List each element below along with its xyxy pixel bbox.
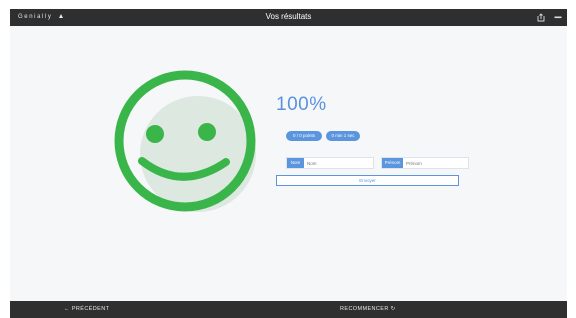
surname-field: Prénom	[381, 157, 469, 169]
score-percent: 100%	[276, 94, 327, 115]
points-badge: 0 / 0 points	[286, 131, 322, 141]
submit-button[interactable]: Envoyer	[276, 175, 459, 186]
previous-button[interactable]: ← PRÉCÉDENT	[64, 306, 109, 312]
name-input[interactable]	[304, 158, 373, 168]
name-label: Nom	[287, 158, 304, 168]
time-badge: 0 min 1 sec	[326, 131, 360, 141]
name-field: Nom	[286, 157, 374, 169]
menu-icon[interactable]	[553, 13, 563, 22]
surname-input[interactable]	[403, 158, 468, 168]
smiley-face-icon	[114, 70, 256, 212]
page-title: Vos résultats	[265, 12, 312, 21]
share-icon[interactable]	[536, 13, 546, 22]
results-page: Genially Vos résultats 100% 0 / 0 points…	[0, 0, 576, 318]
bottom-bar: ← PRÉCÉDENT RECOMMENCER ↻	[10, 301, 567, 318]
top-bar: Genially Vos résultats	[10, 9, 567, 26]
restart-button[interactable]: RECOMMENCER ↻	[340, 306, 396, 312]
surname-label: Prénom	[382, 158, 403, 168]
